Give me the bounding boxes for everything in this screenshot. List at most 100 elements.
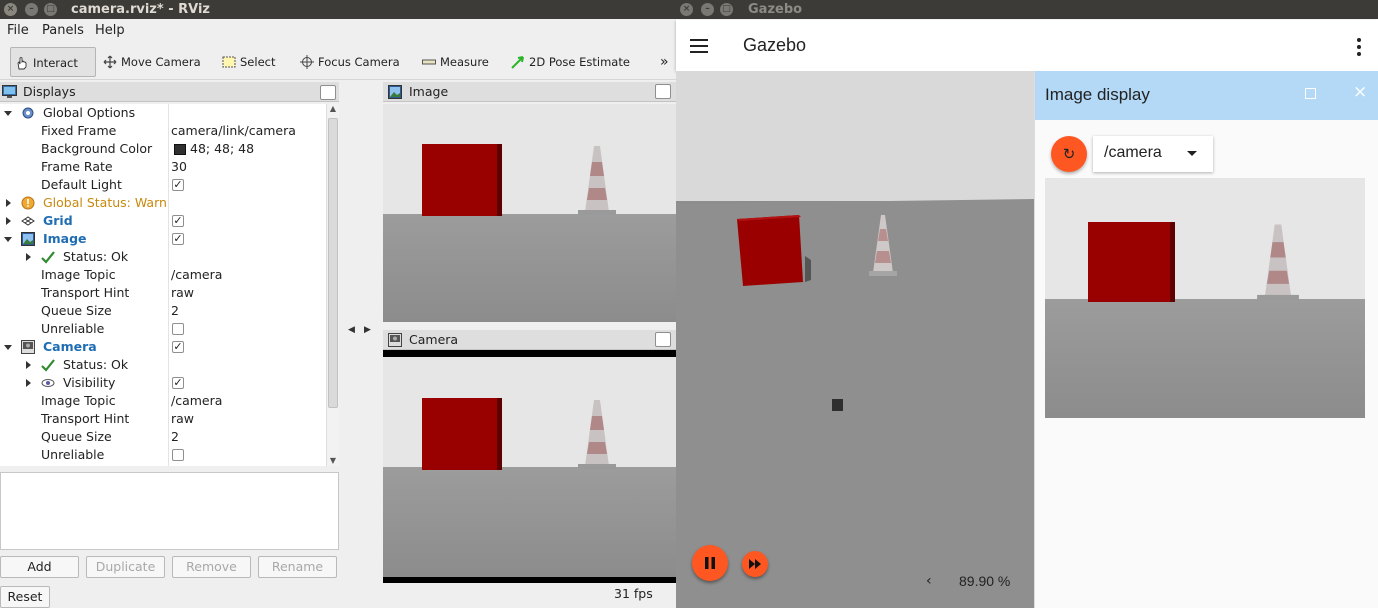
maximize-icon[interactable]: □ (44, 3, 57, 16)
pose-estimate-button[interactable]: 2D Pose Estimate (507, 47, 630, 77)
camera-view[interactable] (383, 350, 676, 583)
camera-panel-float-button[interactable] (655, 332, 671, 347)
tree-label: Image (43, 231, 87, 246)
menu-help[interactable]: Help (95, 23, 125, 38)
tree-row-global-options[interactable]: Global Options (0, 104, 326, 122)
refresh-button[interactable]: ↻ (1051, 136, 1087, 172)
move-camera-button[interactable]: Move Camera (99, 47, 201, 77)
step-button[interactable] (742, 551, 768, 577)
tree-row-background-color[interactable]: Background Color 48; 48; 48 (0, 140, 326, 158)
expand-icon[interactable] (26, 361, 31, 369)
eye-icon (41, 379, 55, 387)
red-cube (1088, 222, 1175, 302)
measure-button[interactable]: Measure (418, 47, 489, 77)
focus-camera-button[interactable]: Focus Camera (296, 47, 400, 77)
collapse-right-icon[interactable]: ▶ (364, 325, 371, 335)
tree-row-global-status[interactable]: Global Status: Warn (0, 194, 326, 212)
gazebo-appbar: Gazebo (676, 20, 1378, 71)
default-light-checkbox[interactable]: ✓ (172, 179, 184, 191)
crosshair-icon (300, 54, 314, 69)
topic-value: /camera (1104, 144, 1162, 161)
cam-transport-hint-value[interactable]: raw (171, 410, 194, 428)
cam-unreliable-checkbox[interactable] (172, 449, 184, 461)
cam-queue-size-value[interactable]: 2 (171, 428, 179, 446)
tree-row-cam-unreliable[interactable]: Unreliable (0, 446, 326, 464)
grid-checkbox[interactable]: ✓ (172, 215, 184, 227)
maximize-icon[interactable]: □ (720, 3, 733, 16)
focus-camera-label: Focus Camera (318, 55, 400, 69)
tree-label: Image Topic (41, 393, 116, 408)
duplicate-button[interactable]: Duplicate (86, 556, 165, 578)
scroll-up-icon[interactable]: ▲ (328, 104, 338, 114)
visibility-checkbox[interactable]: ✓ (172, 377, 184, 389)
remove-button[interactable]: Remove (172, 556, 251, 578)
color-swatch[interactable] (174, 144, 186, 155)
image-topic-value[interactable]: /camera (171, 266, 222, 284)
tree-row-image-status[interactable]: Status: Ok (0, 248, 326, 266)
menu-panels[interactable]: Panels (42, 23, 84, 38)
reset-button[interactable]: Reset (0, 586, 50, 608)
select-button[interactable]: Select (218, 47, 275, 77)
scroll-down-icon[interactable]: ▼ (328, 456, 338, 466)
frame-rate-value[interactable]: 30 (171, 158, 187, 176)
expand-icon[interactable] (4, 345, 12, 350)
image-checkbox[interactable]: ✓ (172, 233, 184, 245)
image-view[interactable] (383, 104, 676, 322)
more-vert-icon[interactable] (1356, 37, 1362, 57)
expand-icon[interactable] (4, 111, 12, 116)
real-time-factor: 89.90 % (959, 573, 1011, 589)
expand-icon[interactable] (4, 237, 12, 242)
tree-row-default-light[interactable]: Default Light ✓ (0, 176, 326, 194)
tree-row-image[interactable]: Image ✓ (0, 230, 326, 248)
rename-button[interactable]: Rename (258, 556, 337, 578)
tree-row-cam-queue-size[interactable]: Queue Size 2 (0, 428, 326, 446)
tree-row-transport-hint[interactable]: Transport Hint raw (0, 284, 326, 302)
expand-icon[interactable] (26, 379, 31, 387)
expand-icon[interactable] (6, 217, 11, 225)
close-panel-icon[interactable]: × (1353, 82, 1367, 102)
maximize-panel-icon[interactable] (1305, 88, 1316, 99)
tree-label: Unreliable (41, 321, 105, 336)
fixed-frame-value[interactable]: camera/link/camera (171, 122, 296, 140)
add-button[interactable]: Add (0, 556, 79, 578)
transport-hint-value[interactable]: raw (171, 284, 194, 302)
background-color-value[interactable]: 48; 48; 48 (190, 140, 254, 158)
tree-row-cam-transport-hint[interactable]: Transport Hint raw (0, 410, 326, 428)
expand-icon[interactable] (26, 253, 31, 261)
cam-image-topic-value[interactable]: /camera (171, 392, 222, 410)
collapse-stats-icon[interactable]: ‹ (926, 573, 932, 589)
tree-row-fixed-frame[interactable]: Fixed Frame camera/link/camera (0, 122, 326, 140)
tree-row-queue-size[interactable]: Queue Size 2 (0, 302, 326, 320)
tree-row-visibility[interactable]: Visibility ✓ (0, 374, 326, 392)
unreliable-checkbox[interactable] (172, 323, 184, 335)
close-icon[interactable]: × (680, 3, 693, 16)
menu-icon[interactable] (690, 39, 708, 53)
tree-label: Visibility (63, 375, 116, 390)
image-panel-float-button[interactable] (655, 84, 671, 99)
interact-button[interactable]: Interact (10, 47, 96, 77)
topic-select[interactable]: /camera (1093, 136, 1213, 172)
gazebo-scene[interactable]: ‹ 89.90 % (676, 71, 1034, 608)
displays-float-button[interactable] (320, 85, 336, 100)
scrollbar-thumb[interactable] (328, 118, 338, 408)
tree-row-camera[interactable]: Camera ✓ (0, 338, 326, 356)
select-box-icon (222, 56, 236, 67)
tree-row-grid[interactable]: Grid ✓ (0, 212, 326, 230)
tree-row-camera-status[interactable]: Status: Ok (0, 356, 326, 374)
tree-scrollbar[interactable]: ▲ ▼ (326, 104, 339, 466)
minimize-icon[interactable]: – (701, 3, 714, 16)
queue-size-value[interactable]: 2 (171, 302, 179, 320)
minimize-icon[interactable]: – (25, 3, 38, 16)
collapse-left-icon[interactable]: ◀ (348, 325, 355, 335)
tree-row-frame-rate[interactable]: Frame Rate 30 (0, 158, 326, 176)
menu-file[interactable]: File (7, 23, 29, 38)
tree-row-cam-image-topic[interactable]: Image Topic /camera (0, 392, 326, 410)
tree-label: Queue Size (41, 303, 112, 318)
camera-checkbox[interactable]: ✓ (172, 341, 184, 353)
pause-button[interactable] (692, 545, 728, 581)
tree-row-image-topic[interactable]: Image Topic /camera (0, 266, 326, 284)
expand-icon[interactable] (6, 199, 11, 207)
tree-row-unreliable[interactable]: Unreliable (0, 320, 326, 338)
toolbar-overflow-button[interactable]: » (656, 47, 669, 77)
close-icon[interactable]: × (4, 3, 17, 16)
